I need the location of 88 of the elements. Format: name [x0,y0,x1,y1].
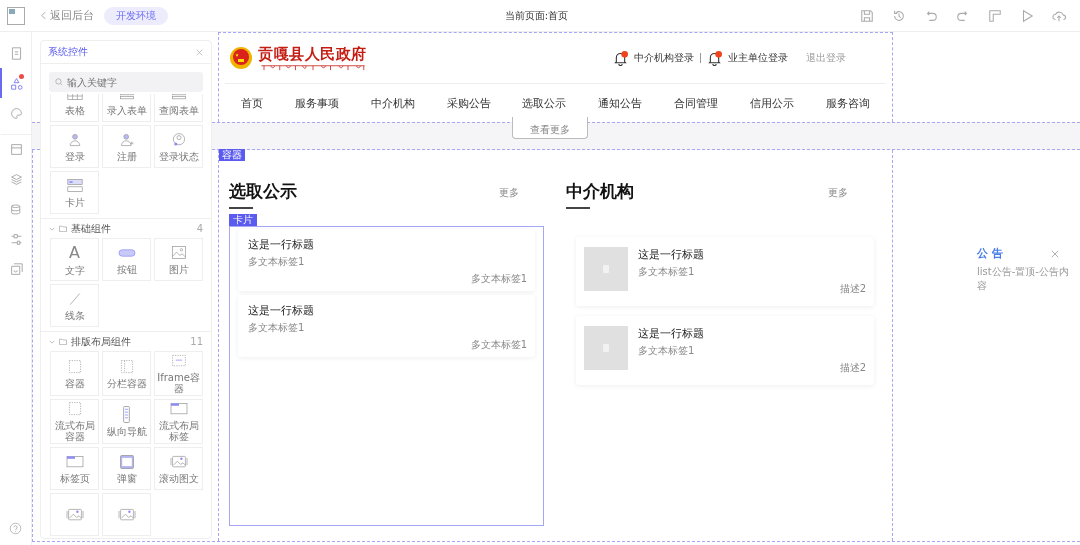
component-tile[interactable]: 查阅表单 [154,94,203,122]
tile-label: 弹窗 [116,472,137,484]
tile-label: 录入表单 [106,104,147,116]
notice-title: 公 告 [977,246,1003,261]
login-link[interactable]: 业主单位登录 [728,51,788,65]
item-meta: 多文本标签1 [470,272,527,286]
site-title: 贡嘎县人民政府 [258,45,368,64]
tile-label: 滚动图文 [158,472,199,484]
tile-label: 注册 [116,150,137,162]
section-title: 选取公示 [229,180,297,203]
component-tile[interactable]: 线条 [50,284,99,327]
list-card[interactable]: 这是一行标题 多文本标签1 多文本标签1 [238,295,535,357]
nav-item[interactable]: 信用公示 [750,95,795,111]
nav-item[interactable]: 服务事项 [294,95,339,111]
group-count: 4 [196,223,203,234]
tile-label: 登录状态 [158,150,199,162]
item-subtitle: 多文本标签1 [248,321,306,335]
tile-label: 卡片 [64,196,85,208]
tile-label: 流式布局容器 [53,420,96,442]
item-meta: 描述2 [839,361,866,375]
item-title: 这是一行标题 [638,326,705,341]
nav-item[interactable]: 通知公告 [598,95,643,111]
environment-tag: 开发环境 [104,6,168,25]
item-subtitle: 多文本标签1 [638,344,696,358]
text-glyph-icon: A [69,243,80,262]
nav-item[interactable]: 选取公示 [522,95,567,111]
group-count: 11 [190,336,203,347]
nav-item[interactable]: 服务咨询 [825,95,870,111]
tile-label: 流式布局标签 [157,420,200,442]
card-tag: 卡片 [229,214,257,226]
tile-label: 按钮 [116,263,137,275]
back-link[interactable]: 返回后台 [41,8,94,23]
nav-item[interactable]: 首页 [240,95,263,111]
list-card[interactable]: 这是一行标题 多文本标签1 描述2 [576,237,874,306]
tile-label: Iframe容器 [156,372,201,394]
tile-label: 文字 [64,264,85,276]
tile-label: 分栏容器 [106,377,147,389]
tile-label: 登录 [64,150,85,162]
component-tile[interactable]: 标签页 [50,447,99,490]
item-meta: 描述2 [839,282,866,296]
login-link[interactable]: 中介机构登录 [634,51,694,65]
panel-title: 系统控件 [48,45,88,59]
nav-item[interactable]: 合同管理 [674,95,719,111]
tile-label: 图片 [168,263,189,275]
logout-link[interactable]: 退出登录 [806,51,846,65]
component-tile[interactable]: 登录 [50,125,99,168]
section-title: 中介机构 [566,180,634,203]
more-link[interactable]: 更多 [828,180,848,200]
component-tile[interactable]: 流式布局容器 [50,399,99,444]
group-title: 基础组件 [71,221,112,236]
component-tile[interactable]: 卡片 [50,171,99,214]
list-card[interactable]: 这是一行标题 多文本标签1 多文本标签1 [238,229,535,291]
item-title: 这是一行标题 [638,247,705,262]
component-tile[interactable]: 按钮 [102,238,151,281]
item-subtitle: 多文本标签1 [248,255,306,269]
more-link[interactable]: 更多 [499,180,519,200]
component-tile[interactable]: 注册 [102,125,151,168]
component-tile[interactable]: 容器 [50,351,99,396]
component-tile[interactable]: 滚动图文 [154,447,203,490]
tile-label: 容器 [64,377,85,389]
view-more-button[interactable]: 查看更多 [512,117,588,139]
component-tile[interactable]: 弹窗 [102,447,151,490]
container-tag: 容器 [219,149,245,161]
component-tile[interactable]: 纵向导航 [102,399,151,444]
component-tile[interactable]: 登录状态 [154,125,203,168]
tile-label: 表格 [64,104,85,116]
component-tile[interactable]: 录入表单 [102,94,151,122]
component-tile[interactable]: Iframe容器 [154,351,203,396]
item-title: 这是一行标题 [248,303,315,318]
nav-item[interactable]: 中介机构 [370,95,415,111]
group-title: 排版布局组件 [71,334,132,349]
item-subtitle: 多文本标签1 [638,265,696,279]
tile-label: 线条 [64,309,85,321]
list-card[interactable]: 这是一行标题 多文本标签1 描述2 [576,316,874,385]
component-tile[interactable]: 流式布局标签 [154,399,203,444]
tile-label: 查阅表单 [158,104,199,116]
notice-text: list公告-置顶-公告内容 [977,265,1070,293]
tile-label: 纵向导航 [106,426,147,437]
nav-item[interactable]: 采购公告 [446,95,491,111]
component-tile[interactable]: A 文字 [50,238,99,281]
item-title: 这是一行标题 [248,237,315,252]
component-tile[interactable]: 分栏容器 [102,351,151,396]
search-field[interactable]: 输入关键字 [49,72,203,92]
item-meta: 多文本标签1 [470,338,527,352]
component-tile[interactable]: 图片 [154,238,203,281]
tile-label: 标签页 [59,472,90,484]
component-tile[interactable]: 表格 [50,94,99,122]
current-page-label: 当前页面:首页 [504,8,569,23]
